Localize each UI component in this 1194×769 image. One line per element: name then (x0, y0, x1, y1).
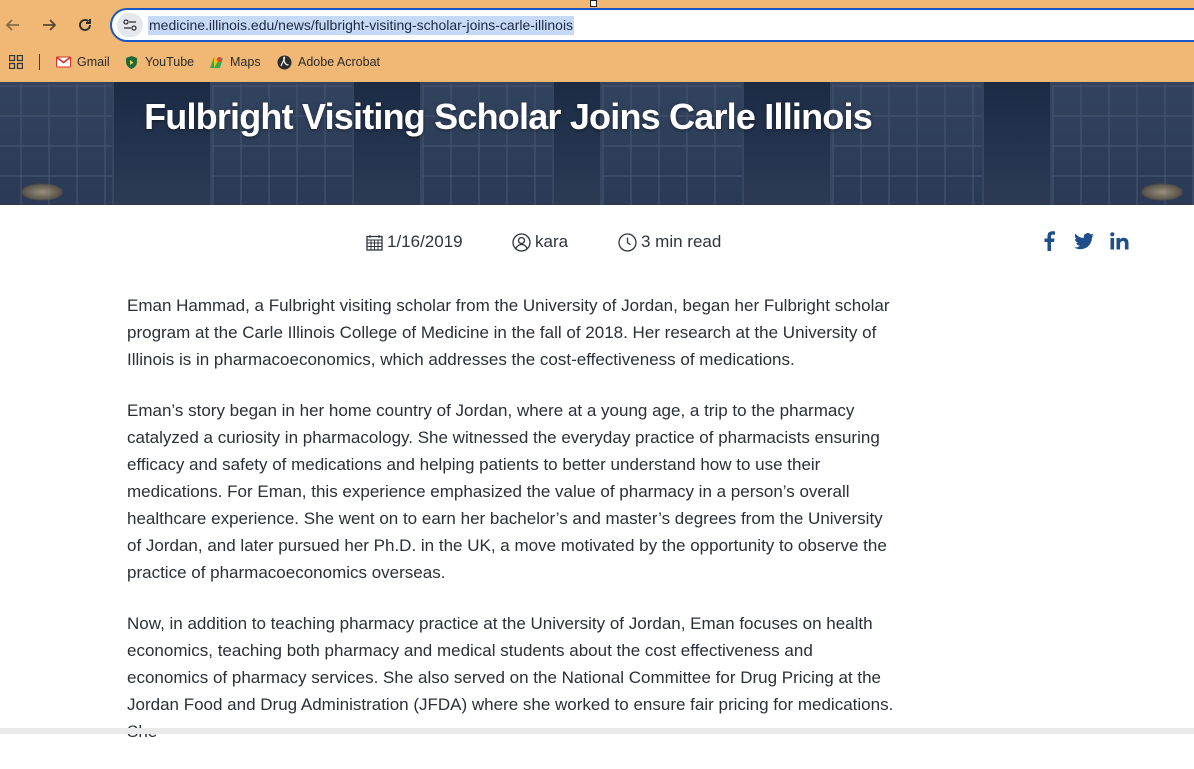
post-date-text: 1/16/2019 (387, 232, 463, 251)
linkedin-icon[interactable] (1110, 232, 1129, 250)
article-paragraph: Eman Hammad, a Fulbright visiting schola… (127, 296, 890, 369)
apps-grid-icon[interactable] (9, 52, 23, 72)
bookmark-label: YouTube (145, 55, 195, 69)
post-author-text: kara (535, 232, 569, 251)
youtube-icon (124, 55, 139, 70)
share-linkedin[interactable] (1110, 229, 1129, 253)
bookmark-adobe-acrobat[interactable]: Adobe Acrobat (277, 52, 380, 72)
address-bar[interactable]: medicine.illinois.edu/news/fulbright-vis… (110, 8, 1194, 42)
back-arrow-icon[interactable] (0, 12, 26, 38)
bookmarks-bar: Gmail YouTube Maps Adobe Acrobat (0, 48, 1194, 76)
read-time: 3 min read (618, 230, 721, 254)
hero-lamp (1140, 183, 1184, 201)
facebook-icon[interactable] (1043, 231, 1055, 251)
share-facebook[interactable] (1043, 229, 1055, 253)
article-paragraph: Now, in addition to teaching pharmacy pr… (127, 614, 894, 741)
clock-icon (618, 232, 637, 252)
page-title: Fulbright Visiting Scholar Joins Carle I… (144, 96, 873, 137)
calendar-icon (366, 234, 383, 251)
forward-arrow-icon[interactable] (36, 12, 62, 38)
text-cursor-icon (590, 0, 597, 7)
hero-lamp (20, 183, 64, 201)
article-body: Eman Hammad, a Fulbright visiting schola… (127, 292, 897, 769)
bookmark-label: Maps (230, 55, 261, 69)
acrobat-icon (277, 55, 292, 70)
bookmark-label: Gmail (77, 55, 110, 69)
browser-toolbar: medicine.illinois.edu/news/fulbright-vis… (0, 0, 1194, 82)
read-time-text: 3 min read (641, 232, 722, 251)
bookmarks-divider (39, 54, 40, 70)
site-info-icon[interactable] (117, 13, 143, 37)
maps-icon (209, 55, 224, 70)
share-twitter[interactable] (1074, 229, 1094, 253)
horizontal-scrollbar[interactable] (0, 728, 1194, 734)
article-paragraph: Eman’s story began in her home country o… (127, 401, 887, 582)
url-text[interactable]: medicine.illinois.edu/news/fulbright-vis… (148, 16, 575, 35)
twitter-icon[interactable] (1074, 232, 1094, 250)
user-icon (512, 232, 531, 252)
bookmark-maps[interactable]: Maps (209, 52, 261, 72)
bookmark-youtube[interactable]: YouTube (124, 52, 194, 72)
hero-banner: Fulbright Visiting Scholar Joins Carle I… (0, 82, 1194, 205)
post-author: kara (512, 230, 568, 254)
bookmark-label: Adobe Acrobat (298, 55, 381, 69)
gmail-icon (56, 56, 71, 68)
bookmark-gmail[interactable]: Gmail (56, 52, 110, 72)
reload-icon[interactable] (72, 12, 98, 38)
post-date: 1/16/2019 (366, 230, 463, 254)
